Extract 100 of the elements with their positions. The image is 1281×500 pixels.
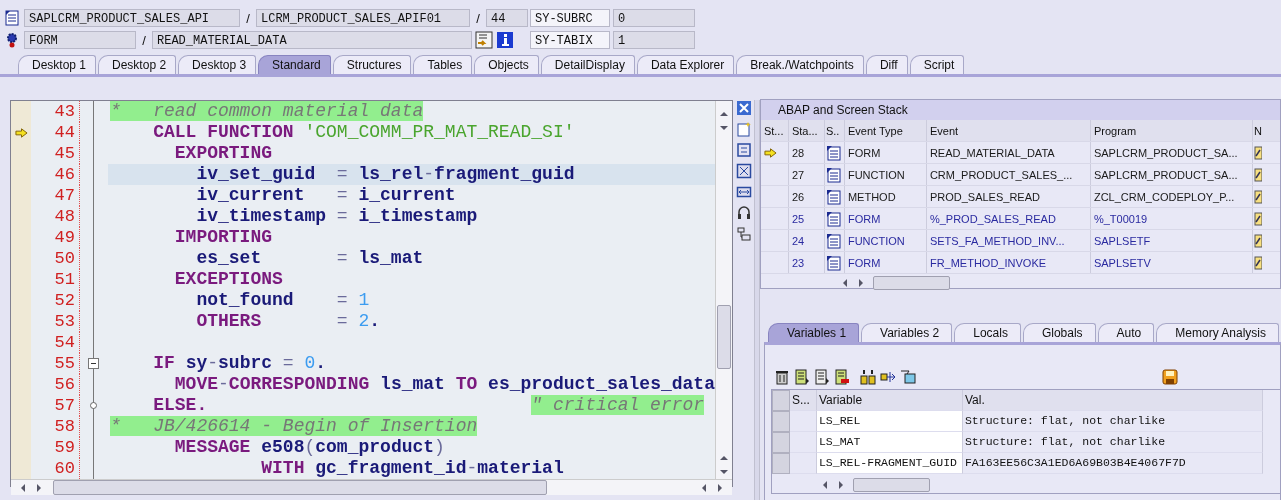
output-field: SAPLCRM_PRODUCT_SALES_API [24, 9, 240, 27]
document-icon[interactable] [825, 166, 842, 183]
column-header[interactable]: Val. [962, 390, 1263, 411]
edit-icon[interactable] [1253, 211, 1262, 226]
table-cell: METHOD [847, 190, 896, 203]
edit-icon[interactable] [1253, 167, 1262, 182]
code-line: EXPORTING [173, 143, 273, 163]
trash-icon[interactable] [773, 369, 790, 385]
column-header[interactable]: Event Type [844, 120, 927, 141]
document-icon[interactable] [825, 188, 842, 205]
tab[interactable]: Desktop 2 [98, 55, 177, 74]
column-header[interactable]: S... [789, 390, 817, 411]
code-line: WITH gc_fragment_id-material [260, 458, 564, 478]
edit-icon[interactable] [1253, 145, 1262, 160]
code-line: MESSAGE e508(com_product) [173, 437, 445, 457]
edit-icon[interactable] [1253, 255, 1262, 270]
tab[interactable]: Memory Analysis [1156, 323, 1279, 342]
column-header[interactable]: Variable [816, 390, 963, 411]
vertical-scrollbar[interactable] [714, 101, 732, 479]
document-icon[interactable] [825, 232, 842, 249]
scroll-thumb[interactable] [872, 276, 950, 290]
tree-icon[interactable] [735, 226, 752, 242]
scroll-thumb[interactable] [53, 480, 547, 495]
close-icon[interactable] [735, 100, 752, 116]
column-header[interactable]: N [1252, 120, 1263, 141]
document-icon[interactable] [825, 254, 842, 271]
table-cell: FORM [847, 256, 881, 269]
list-icon[interactable] [813, 369, 830, 385]
tab[interactable]: Tables [413, 55, 473, 74]
column-header[interactable]: St... [760, 120, 789, 141]
scroll-down-icon[interactable] [718, 468, 729, 476]
scroll-right-icon[interactable] [35, 482, 43, 493]
column-header[interactable]: Sta... [788, 120, 825, 141]
table-cell: CRM_PRODUCT_SALES_... [929, 168, 1073, 181]
document-icon [4, 10, 20, 26]
horizontal-scrollbar[interactable] [11, 479, 732, 495]
tab[interactable]: Locals [954, 323, 1021, 342]
code-line: IMPORTING [173, 227, 273, 247]
scroll-left-icon[interactable] [19, 482, 27, 493]
separator-text: / [245, 10, 251, 26]
table-cell: READ_MATERIAL_DATA [929, 146, 1055, 159]
filter-icon[interactable] [899, 369, 916, 385]
table-cell: FR_METHOD_INVOKE [929, 256, 1047, 269]
list-icon[interactable] [793, 369, 810, 385]
new-page-icon[interactable] [735, 121, 752, 137]
fold-end-icon [89, 402, 97, 409]
column-header[interactable]: S.. [824, 120, 845, 141]
tab[interactable]: Data Explorer [636, 55, 735, 74]
save-icon[interactable] [1161, 369, 1178, 385]
scroll-thumb[interactable] [852, 477, 930, 492]
tab[interactable]: Variables 1 [767, 323, 860, 342]
column-header[interactable]: Program [1090, 120, 1253, 141]
edit-icon[interactable] [1253, 189, 1262, 204]
scroll-right-icon[interactable] [715, 482, 724, 493]
output-field: READ_MATERIAL_DATA [152, 31, 472, 49]
maximize-icon[interactable] [735, 163, 752, 179]
output-field: LCRM_PRODUCT_SALES_APIF01 [256, 9, 470, 27]
table-cell: ZCL_CRM_CODEPLOY_P... [1093, 190, 1235, 203]
tab[interactable]: Standard [258, 55, 331, 74]
scroll-up-icon[interactable] [718, 110, 729, 118]
edit-icon[interactable] [1253, 233, 1262, 248]
tab[interactable]: Variables 2 [861, 323, 953, 342]
tab[interactable]: Break./Watchpoints [736, 55, 864, 74]
table-cell: 28 [791, 146, 805, 159]
table-cell [789, 432, 817, 453]
list-remove-icon[interactable] [833, 369, 850, 385]
column-header[interactable]: Event [926, 120, 1091, 141]
resize-icon[interactable] [735, 184, 752, 200]
scroll-up-icon[interactable] [718, 454, 729, 462]
tab[interactable]: Desktop 1 [18, 55, 97, 74]
tab[interactable]: Script [909, 55, 965, 74]
scroll-right-icon[interactable] [856, 278, 865, 288]
columns-icon[interactable] [859, 369, 876, 385]
table-cell [789, 453, 817, 474]
tab[interactable]: Desktop 3 [178, 55, 257, 74]
document-icon[interactable] [825, 210, 842, 227]
tab[interactable]: DetailDisplay [540, 55, 635, 74]
info-icon[interactable] [496, 31, 514, 49]
window-icon[interactable] [735, 142, 752, 158]
code-line: OTHERS = 2. [195, 311, 381, 331]
scroll-down-icon[interactable] [718, 124, 729, 132]
table-cell: SETS_FA_METHOD_INV... [929, 234, 1065, 247]
headset-icon[interactable] [735, 205, 752, 221]
transfer-icon[interactable] [879, 369, 896, 385]
scroll-thumb[interactable] [716, 305, 731, 369]
table-cell: FUNCTION [847, 234, 905, 247]
collapse-icon[interactable] [87, 358, 99, 369]
document-icon[interactable] [825, 144, 842, 161]
tab[interactable]: Structures [332, 55, 412, 74]
code-line: EXCEPTIONS [173, 269, 283, 289]
code-line: es_set = ls_mat [195, 248, 424, 268]
output-field: 1 [613, 31, 695, 49]
separator-text: / [141, 32, 147, 48]
tab[interactable]: Diff [865, 55, 908, 74]
table-cell: FORM [847, 212, 881, 225]
gear-icon [4, 32, 20, 48]
tab[interactable]: Globals [1022, 323, 1096, 342]
scroll-right-icon[interactable] [836, 479, 845, 490]
tab[interactable]: Objects [474, 55, 539, 74]
tab[interactable]: Auto [1097, 323, 1155, 342]
